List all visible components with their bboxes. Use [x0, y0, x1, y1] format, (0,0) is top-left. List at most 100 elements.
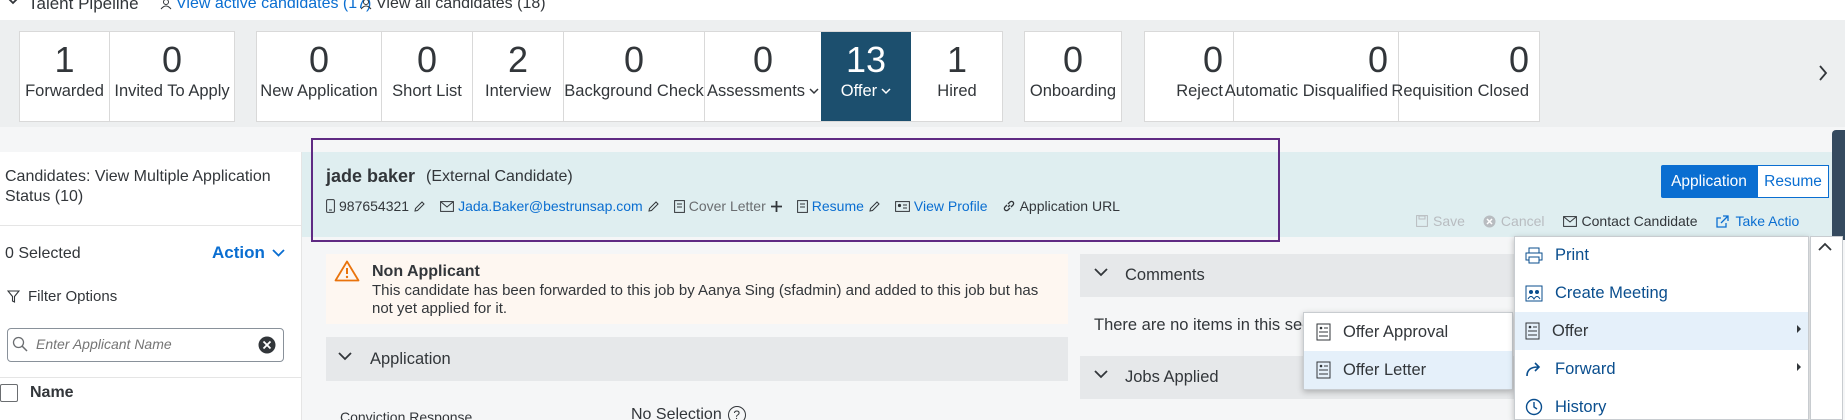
pipeline-tile-invited[interactable]: 0 Invited To Apply	[110, 32, 234, 121]
warning-icon	[334, 260, 360, 282]
clear-icon[interactable]	[258, 336, 276, 354]
side-panel-tab[interactable]	[1832, 130, 1845, 240]
history-icon	[1525, 398, 1543, 416]
menu-item-print[interactable]: Print	[1515, 236, 1808, 274]
tile-count: 0	[161, 39, 183, 80]
chevron-right-icon[interactable]	[1818, 64, 1828, 82]
menu-item-forward[interactable]: Forward	[1515, 350, 1808, 388]
divider	[0, 225, 302, 226]
filter-options-button[interactable]: Filter Options	[7, 288, 117, 305]
action-button[interactable]: Action	[212, 243, 285, 263]
filter-options-label: Filter Options	[28, 288, 118, 305]
edit-icon[interactable]	[413, 200, 426, 213]
pipeline-tile-assessments[interactable]: 0 Assessments	[705, 32, 821, 121]
tile-label: Background Check	[564, 82, 704, 100]
resume-link[interactable]: Resume	[812, 198, 864, 214]
resume-item: Resume	[796, 198, 881, 214]
chevron-down-icon[interactable]	[338, 352, 352, 361]
tile-label: Onboarding	[1029, 82, 1117, 100]
view-all-candidates-link[interactable]: View all candidates (18)	[360, 0, 546, 13]
tile-count: 0	[1062, 39, 1084, 80]
chevron-down-icon[interactable]	[6, 0, 20, 5]
submenu-item-offer-letter[interactable]: Offer Letter	[1304, 351, 1512, 389]
pipeline-title: Talent Pipeline	[28, 0, 139, 13]
menu-item-label: Forward	[1555, 359, 1616, 378]
contact-candidate-button[interactable]: Contact Candidate	[1562, 213, 1697, 229]
name-column-header[interactable]: Name	[30, 384, 74, 402]
menu-item-history[interactable]: History	[1515, 388, 1808, 420]
menu-item-label: Offer	[1552, 321, 1589, 340]
pipeline-tile-hired[interactable]: 1 Hired	[912, 32, 1002, 121]
offer-document-icon	[1316, 361, 1331, 379]
view-profile-link[interactable]: View Profile	[914, 198, 988, 214]
pipeline-tile-new-application[interactable]: 0 New Application	[257, 32, 381, 121]
applicant-search-input[interactable]	[36, 336, 246, 352]
pipeline-tile-reject[interactable]: 0 Reject	[1145, 32, 1233, 121]
edit-icon[interactable]	[647, 200, 660, 213]
pipeline-tile-onboarding[interactable]: 0 Onboarding	[1025, 32, 1121, 121]
cancel-label: Cancel	[1500, 213, 1545, 229]
conviction-response-label: Conviction Response	[340, 409, 473, 420]
submenu-arrow-icon	[1797, 363, 1801, 371]
tile-label: Short List	[392, 82, 462, 100]
view-profile-item: View Profile	[895, 198, 988, 214]
edit-icon[interactable]	[868, 200, 881, 213]
chevron-down-icon[interactable]	[1094, 268, 1108, 277]
pipeline-tile-requisition-closed[interactable]: 0 Requisition Closed	[1391, 32, 1539, 121]
offer-document-icon	[1525, 322, 1540, 340]
pipeline-tile-offer[interactable]: 13 Offer	[821, 32, 911, 121]
comments-section-title: Comments	[1125, 266, 1205, 284]
forward-icon	[1526, 362, 1541, 377]
profile-card-icon	[895, 200, 910, 212]
tile-count: 0	[1367, 39, 1388, 80]
candidate-highlight-box	[311, 138, 1280, 242]
menu-item-offer[interactable]: Offer	[1515, 312, 1808, 350]
selected-count: 0 Selected	[5, 245, 81, 262]
view-active-label: View active candidates (17)	[176, 0, 372, 12]
document-icon	[796, 199, 808, 213]
pipeline-tile-background-check[interactable]: 0 Background Check	[564, 32, 704, 121]
menu-item-label: Print	[1555, 245, 1589, 264]
pipeline-tile-interview[interactable]: 2 Interview	[473, 32, 563, 121]
pipeline-tile-forwarded[interactable]: 1 Forwarded	[20, 32, 109, 121]
select-all-checkbox[interactable]	[0, 384, 18, 402]
warning-text: This candidate has been forwarded to thi…	[372, 282, 1039, 317]
save-button[interactable]: Save	[1416, 213, 1465, 229]
application-section-title: Application	[370, 350, 451, 368]
chevron-down-icon	[809, 88, 819, 95]
jobs-applied-title: Jobs Applied	[1125, 368, 1219, 386]
email-link[interactable]: Jada.Baker@bestrunsap.com	[458, 198, 643, 214]
tab-resume[interactable]: Resume	[1757, 165, 1829, 198]
chevron-down-icon[interactable]	[1094, 370, 1108, 379]
link-icon	[1003, 200, 1014, 212]
view-all-label: View all candidates (18)	[376, 0, 546, 12]
cancel-icon	[1483, 215, 1496, 227]
add-icon[interactable]	[770, 200, 783, 213]
tile-count: 0	[1508, 39, 1529, 80]
conviction-response-value[interactable]: No Selection ?	[631, 406, 746, 420]
phone-icon	[326, 199, 335, 213]
pipeline-tile-short-list[interactable]: 0 Short List	[382, 32, 472, 121]
filter-icon	[7, 290, 20, 303]
take-action-button[interactable]: Take Actio	[1715, 213, 1799, 229]
submenu-label: Offer Approval	[1343, 322, 1449, 341]
tab-application[interactable]: Application	[1661, 165, 1757, 198]
take-action-label: Take Actio	[1735, 213, 1800, 229]
submenu-item-offer-approval[interactable]: Offer Approval	[1304, 313, 1512, 351]
menu-scrollbar[interactable]	[1810, 236, 1843, 420]
document-icon	[673, 199, 685, 213]
menu-item-create-meeting[interactable]: Create Meeting	[1515, 274, 1808, 312]
tile-count: 13	[845, 39, 887, 80]
warning-title: Non Applicant	[372, 263, 480, 280]
chevron-down-icon	[272, 249, 285, 257]
pipeline-tile-automatic-disqualified[interactable]: 0 Automatic Disqualified	[1225, 32, 1398, 121]
cancel-button[interactable]: Cancel	[1483, 213, 1545, 229]
view-active-candidates-link[interactable]: View active candidates (17)	[160, 0, 371, 13]
help-icon[interactable]: ?	[727, 406, 746, 420]
print-icon	[1525, 247, 1543, 263]
cover-letter-item: Cover Letter	[673, 198, 783, 214]
tile-count: 2	[507, 39, 529, 80]
menu-item-label: Create Meeting	[1555, 283, 1668, 302]
application-url-item[interactable]: Application URL	[1002, 198, 1120, 214]
chevron-up-icon[interactable]	[1818, 242, 1832, 251]
